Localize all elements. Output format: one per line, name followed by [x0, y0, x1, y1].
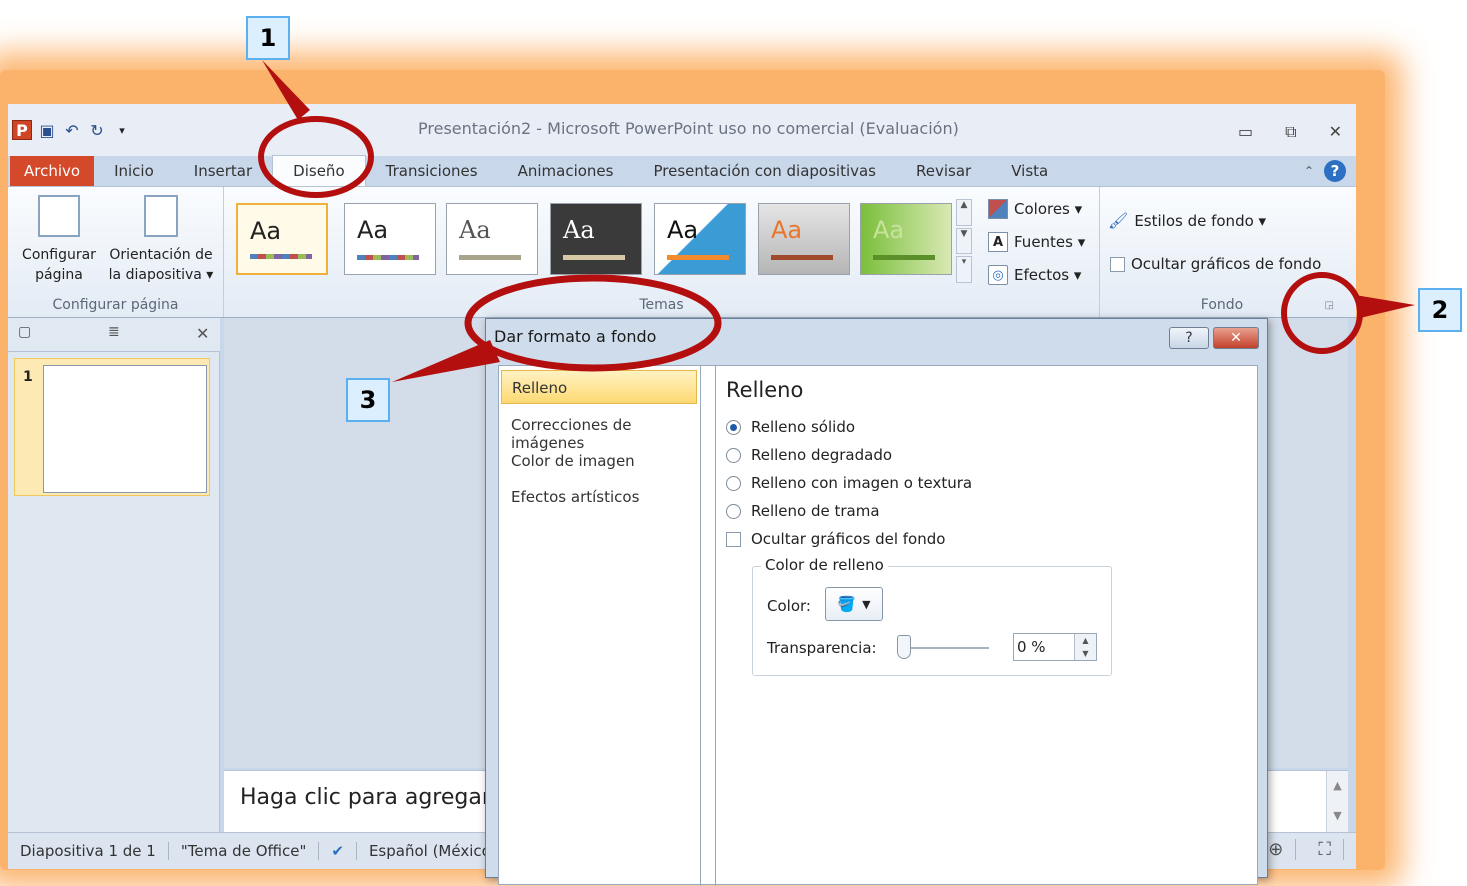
callout-2-pointer	[1355, 295, 1415, 318]
callout-1: 1	[246, 16, 290, 60]
callout-1-pointer	[262, 60, 310, 120]
callout-3: 3	[346, 378, 390, 422]
callout-1-ring	[258, 116, 374, 198]
annotation-overlay	[258, 60, 1415, 382]
callout-2-ring	[1281, 272, 1363, 354]
callout-3-ring	[464, 274, 722, 372]
callout-2: 2	[1418, 288, 1462, 332]
